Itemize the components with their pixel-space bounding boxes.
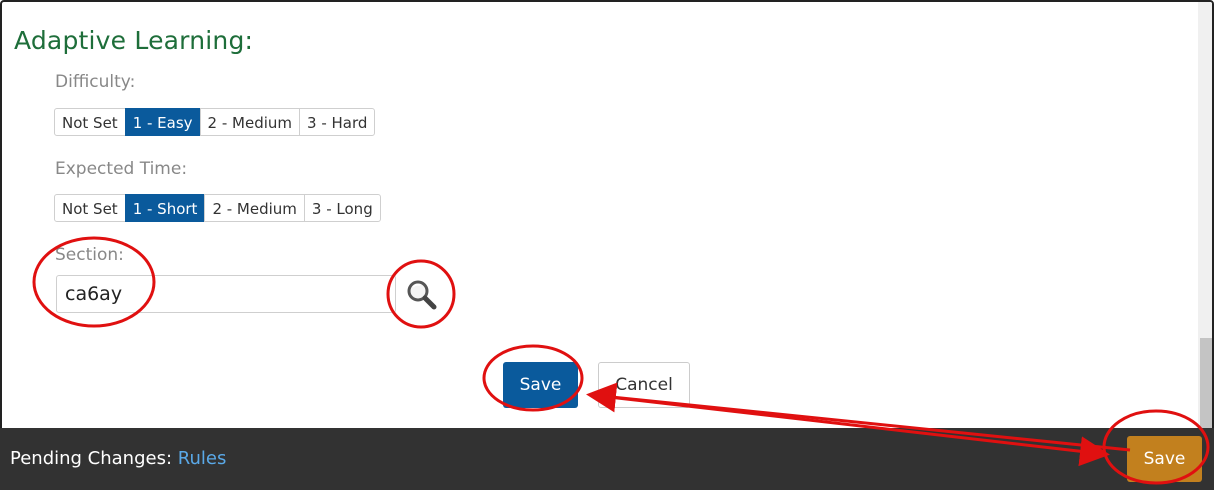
pending-changes-label: Pending Changes: [10,448,173,469]
difficulty-medium-button[interactable]: 2 - Medium [199,108,301,136]
expected-time-button-group: Not Set 1 - Short 2 - Medium 3 - Long [54,194,381,222]
difficulty-label: Difficulty: [55,72,136,92]
pending-changes: Pending Changes: Rules [10,448,226,469]
scrollbar-thumb[interactable] [1200,338,1212,428]
cancel-button[interactable]: Cancel [598,362,690,408]
section-search-button[interactable] [398,274,444,314]
footer-save-button[interactable]: Save [1127,436,1202,482]
difficulty-easy-button[interactable]: 1 - Easy [124,108,201,136]
section-label: Section: [55,245,124,265]
page-title: Adaptive Learning: [14,26,254,55]
time-short-button[interactable]: 1 - Short [124,194,206,222]
difficulty-not-set-button[interactable]: Not Set [54,108,126,136]
expected-time-label: Expected Time: [55,159,188,179]
difficulty-button-group: Not Set 1 - Easy 2 - Medium 3 - Hard [54,108,376,136]
time-long-button[interactable]: 3 - Long [303,194,381,222]
magnifier-icon [407,280,437,310]
time-not-set-button[interactable]: Not Set [54,194,126,222]
pending-rules-link[interactable]: Rules [178,448,227,469]
dialog-frame: Adaptive Learning: Difficulty: Not Set 1… [0,0,1214,490]
time-medium-button[interactable]: 2 - Medium [204,194,305,222]
section-input[interactable]: ca6ay [56,275,396,313]
save-button[interactable]: Save [503,362,578,408]
difficulty-hard-button[interactable]: 3 - Hard [299,108,376,136]
